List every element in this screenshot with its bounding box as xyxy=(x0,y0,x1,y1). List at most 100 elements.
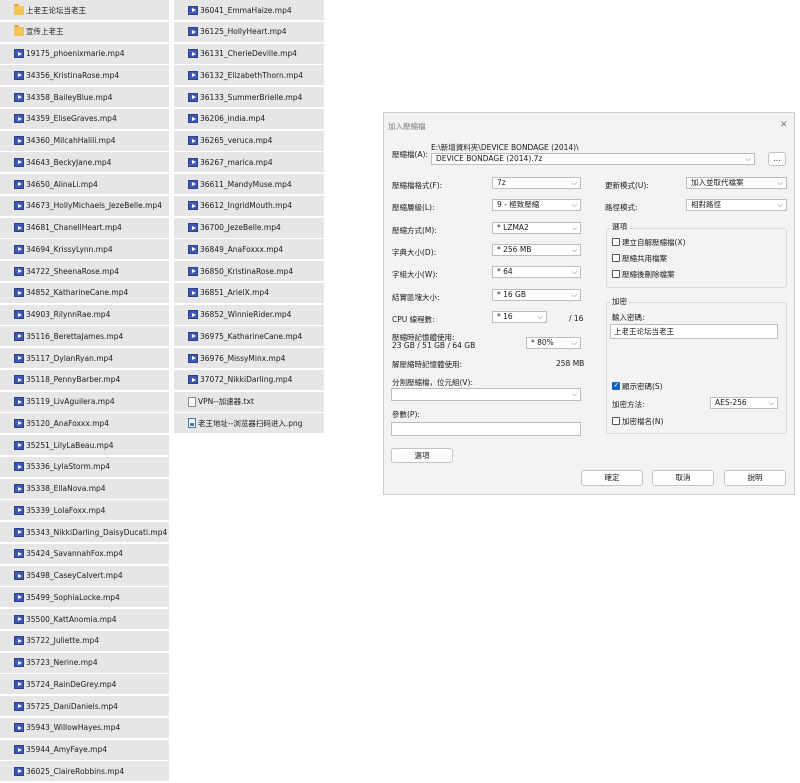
file-item[interactable]: 35944_AmyFaye.mp4 xyxy=(0,739,169,760)
file-item[interactable]: 36849_AnaFoxxx.mp4 xyxy=(174,239,324,260)
cpu-select[interactable]: * 16 ⌵ xyxy=(492,311,547,323)
chevron-down-icon: ⌵ xyxy=(768,399,774,407)
file-item[interactable]: 35119_LivAguilera.mp4 xyxy=(0,391,169,412)
file-item[interactable]: 35424_SavannahFox.mp4 xyxy=(0,543,169,564)
file-item[interactable]: 34694_KrissyLynn.mp4 xyxy=(0,239,169,260)
file-item[interactable]: 35943_WillowHayes.mp4 xyxy=(0,717,169,738)
file-name: 37072_NikkiDarling.mp4 xyxy=(200,375,293,385)
file-item[interactable]: 35498_CaseyCalvert.mp4 xyxy=(0,565,169,586)
update-select[interactable]: 加入並取代檔案 ⌵ xyxy=(686,177,787,189)
file-item[interactable]: 34650_AlinaLi.mp4 xyxy=(0,174,169,194)
options-button[interactable]: 選項 xyxy=(391,448,453,463)
file-item[interactable]: 36850_KristinaRose.mp4 xyxy=(174,261,324,281)
file-item[interactable]: 36025_ClaireRobbins.mp4 xyxy=(0,761,169,782)
file-item[interactable]: 35336_LylaStorm.mp4 xyxy=(0,456,169,477)
split-select[interactable]: ⌵ xyxy=(391,388,581,401)
file-item[interactable]: 36612_IngridMouth.mp4 xyxy=(174,195,324,216)
file-item[interactable]: 35724_RainDeGrey.mp4 xyxy=(0,674,169,695)
file-item[interactable]: 36700_JezeBelle.mp4 xyxy=(174,217,324,238)
video-icon xyxy=(14,592,24,602)
file-item[interactable]: 36131_CherieDeville.mp4 xyxy=(174,43,324,64)
file-item[interactable]: 36133_SummerBrielle.mp4 xyxy=(174,87,324,107)
file-item[interactable]: 35120_AnaFoxxx.mp4 xyxy=(0,413,169,434)
video-icon xyxy=(14,114,24,124)
file-item[interactable]: 34359_EliseGraves.mp4 xyxy=(0,108,169,129)
file-item[interactable]: 36976_MissyMinx.mp4 xyxy=(174,348,324,368)
shared-checkbox[interactable] xyxy=(612,254,620,262)
file-name: 老王地址--浏览器扫码进入.png xyxy=(198,418,303,428)
file-item[interactable]: 35251_LilyLaBeau.mp4 xyxy=(0,435,169,455)
browse-button[interactable]: ... xyxy=(768,152,786,166)
file-item[interactable]: 34673_HollyMichaels_JezeBelle.mp4 xyxy=(0,195,169,216)
file-item[interactable]: 35723_Nerine.mp4 xyxy=(0,652,169,673)
file-item[interactable]: 34903_RilynnRae.mp4 xyxy=(0,304,169,325)
show-password-checkbox[interactable] xyxy=(612,381,620,390)
file-item[interactable]: 34358_BaileyBlue.mp4 xyxy=(0,87,169,107)
file-item[interactable]: 36852_WinnieRider.mp4 xyxy=(174,304,324,325)
file-item[interactable]: 35116_BerettaJames.mp4 xyxy=(0,326,169,347)
folder-item[interactable]: 宣传上老王 xyxy=(0,21,169,42)
file-item[interactable]: 35338_EllaNova.mp4 xyxy=(0,478,169,499)
format-select[interactable]: 7z ⌵ xyxy=(492,177,581,189)
file-item[interactable]: 36125_HollyHeart.mp4 xyxy=(174,21,324,42)
shared-label: 壓縮共用檔案 xyxy=(622,254,667,263)
level-select[interactable]: 9 - 極致壓縮 ⌵ xyxy=(492,199,581,211)
file-item[interactable]: 19175_phoenixmarie.mp4 xyxy=(0,43,169,64)
file-item[interactable]: 34852_KatharineCane.mp4 xyxy=(0,282,169,303)
file-name: 36125_HollyHeart.mp4 xyxy=(200,27,287,37)
file-item[interactable]: 37072_NikkiDarling.mp4 xyxy=(174,369,324,390)
file-name: 35943_WillowHayes.mp4 xyxy=(26,723,121,733)
file-item[interactable]: 34722_SheenaRose.mp4 xyxy=(0,261,169,281)
file-item[interactable]: 35725_DaniDaniels.mp4 xyxy=(0,696,169,716)
solid-select[interactable]: * 16 GB ⌵ xyxy=(492,289,581,301)
word-select[interactable]: * 64 ⌵ xyxy=(492,266,581,278)
method-select[interactable]: * LZMA2 ⌵ xyxy=(492,222,581,234)
mem-select[interactable]: * 80% ⌵ xyxy=(526,337,581,349)
file-item[interactable]: 36265_veruca.mp4 xyxy=(174,130,324,151)
cancel-button[interactable]: 取消 xyxy=(652,470,714,486)
file-item[interactable]: 36206_india.mp4 xyxy=(174,108,324,129)
file-item[interactable]: 34643_BeckyJane.mp4 xyxy=(0,152,169,173)
video-icon xyxy=(14,310,24,319)
folder-item[interactable]: 上老王论坛当老王 xyxy=(0,0,169,20)
sfx-checkbox[interactable] xyxy=(612,238,620,246)
password-input[interactable]: 上老王论坛当老王 xyxy=(610,324,778,339)
mem-pct-value: * 80% xyxy=(531,338,554,347)
file-item[interactable]: 36851_ArielX.mp4 xyxy=(174,282,324,303)
close-icon[interactable]: ✕ xyxy=(780,120,788,130)
file-item[interactable]: 35117_DylanRyan.mp4 xyxy=(0,348,169,368)
level-label: 壓縮層級(L): xyxy=(392,203,435,212)
file-item[interactable]: 35500_KattAnomia.mp4 xyxy=(0,609,169,629)
video-icon xyxy=(14,440,24,450)
file-item[interactable]: 34356_KristinaRose.mp4 xyxy=(0,65,169,86)
file-item[interactable]: 35499_SophiaLocke.mp4 xyxy=(0,587,169,608)
file-item[interactable]: 36975_KatharineCane.mp4 xyxy=(174,326,324,347)
help-button[interactable]: 說明 xyxy=(724,470,786,486)
archive-name-combo[interactable]: DEVICE BONDAGE (2014).7z ⌵ xyxy=(431,153,755,165)
enc-method-select[interactable]: AES-256 ⌵ xyxy=(710,397,778,409)
file-item[interactable]: 36267_marica.mp4 xyxy=(174,152,324,173)
file-item[interactable]: 34681_ChanellHeart.mp4 xyxy=(0,217,169,238)
file-item[interactable]: 36611_MandyMuse.mp4 xyxy=(174,174,324,194)
file-name: 35723_Nerine.mp4 xyxy=(26,658,98,667)
file-item[interactable]: 35722_Juliette.mp4 xyxy=(0,630,169,651)
file-item[interactable]: 35118_PennyBarber.mp4 xyxy=(0,369,169,390)
delete-checkbox[interactable] xyxy=(612,270,620,278)
file-item[interactable]: VPN--加速器.txt xyxy=(174,391,324,412)
file-name: 35499_SophiaLocke.mp4 xyxy=(26,592,120,602)
file-item[interactable]: 34360_MilcahHalili.mp4 xyxy=(0,130,169,151)
file-name: 34852_KatharineCane.mp4 xyxy=(26,288,129,298)
file-item[interactable]: 36041_EmmaHaize.mp4 xyxy=(174,0,324,20)
file-item[interactable]: 35343_NikkiDarling_DaisyDucati.mp4 xyxy=(0,522,169,542)
dict-select[interactable]: * 256 MB ⌵ xyxy=(492,244,581,256)
video-icon xyxy=(14,375,24,385)
params-input[interactable] xyxy=(391,422,581,436)
file-item[interactable]: 36132_ElizabethThorn.mp4 xyxy=(174,65,324,86)
video-icon xyxy=(188,244,198,254)
enc-method-value: AES-256 xyxy=(715,398,747,407)
ok-button[interactable]: 確定 xyxy=(581,470,643,486)
path-select[interactable]: 相對路徑 ⌵ xyxy=(686,199,787,211)
file-item[interactable]: 35339_LolaFoxx.mp4 xyxy=(0,500,169,521)
file-item[interactable]: 老王地址--浏览器扫码进入.png xyxy=(174,413,324,434)
encrypt-names-checkbox[interactable] xyxy=(612,417,620,425)
